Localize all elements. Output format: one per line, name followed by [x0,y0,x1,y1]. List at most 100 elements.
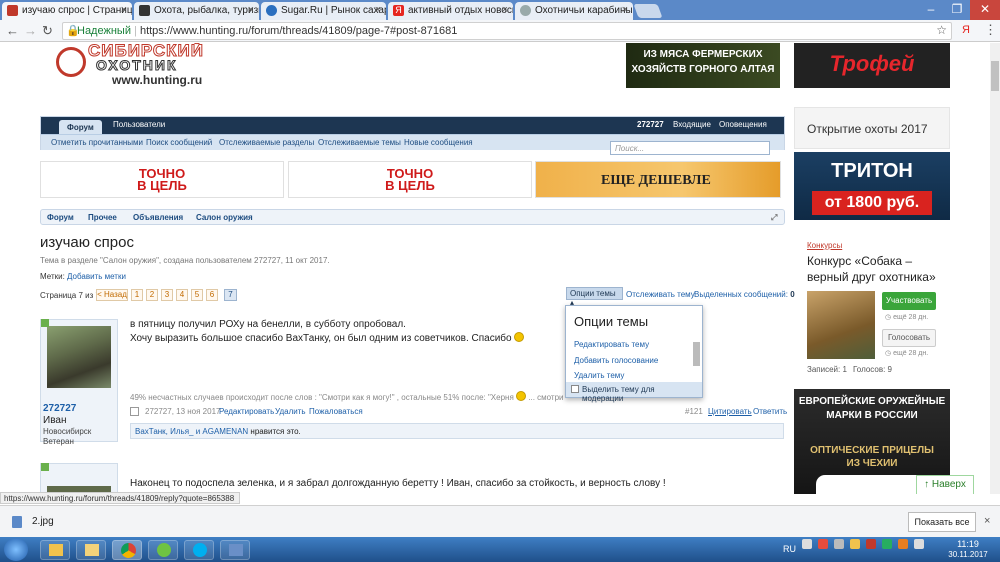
menu-scrollbar[interactable] [693,342,700,366]
close-icon[interactable]: × [622,4,628,16]
ad-banner-1[interactable]: ТОЧНО В ЦЕЛЬ [40,161,284,198]
sub-link-search[interactable]: Поиск сообщений [146,138,212,147]
moderate-checkbox[interactable] [571,385,579,393]
tab-5[interactable]: Охотничьи карабины В × [515,2,633,20]
star-icon[interactable]: ☆ [936,22,947,38]
page-button[interactable]: 2 [146,289,158,301]
farm-meat-banner[interactable]: ИЗ МЯСА ФЕРМЕРСКИХ ХОЗЯЙСТВ ГОРНОГО АЛТА… [626,43,780,88]
back-arrow-icon[interactable]: ← [6,23,19,38]
clock-time[interactable]: 11:19 [950,539,986,549]
search-input[interactable]: Поиск... [610,141,770,155]
reload-icon[interactable]: ↻ [42,23,53,39]
user-link-alerts[interactable]: Оповещения [719,120,767,129]
selected-posts[interactable]: Выделенных сообщений: 0 [694,290,795,299]
close-icon[interactable]: × [502,4,508,16]
hunting-opening-block[interactable]: Открытие охоты 2017 [794,107,950,149]
menu-dots-icon[interactable]: ⋮ [984,22,997,38]
select-post-checkbox[interactable] [130,407,139,416]
breadcrumb-item[interactable]: Форум [47,213,74,222]
tray-icon[interactable] [802,539,812,549]
post-meta[interactable]: 272727, 13 ноя 2017 [145,407,220,416]
quote-link[interactable]: Цитировать [708,407,752,416]
tab-3[interactable]: Sugar.Ru | Рынок сахара × [261,2,386,20]
contests-link[interactable]: Конкурсы [807,241,842,250]
page-button[interactable]: 3 [161,289,173,301]
sub-link-watched-threads[interactable]: Отслеживаемые темы [318,138,401,147]
participate-button[interactable]: Участвовать [882,292,936,310]
scroll-thumb[interactable] [991,61,999,91]
site-logo[interactable]: СИБИРСКИЙ ОХОТНИК www.hunting.ru [56,43,226,88]
tray-icon[interactable] [818,539,828,549]
forward-arrow-icon[interactable]: → [24,23,37,38]
post-number[interactable]: #121 [685,407,703,416]
avatar[interactable] [47,326,111,388]
maximize-icon[interactable]: ❐ [944,0,970,20]
breadcrumb-item[interactable]: Салон оружия [196,213,253,222]
watch-thread-link[interactable]: Отслеживать тему [626,290,695,299]
post-username[interactable]: 272727 [43,403,76,414]
ad-banner-2[interactable]: ТОЧНО В ЦЕЛЬ [288,161,532,198]
close-icon[interactable]: × [375,4,381,16]
url-input[interactable]: 🔒 Надежный | https://www.hunting.ru/foru… [62,22,952,40]
delete-post-link[interactable]: Удалить [275,407,306,416]
report-post-link[interactable]: Пожаловаться [309,407,363,416]
tab-forum[interactable]: Форум [59,120,102,134]
tray-icon[interactable] [850,539,860,549]
breadcrumb-item[interactable]: Прочее [88,213,117,222]
page-button[interactable]: 1 [131,289,143,301]
explorer-taskbar-icon[interactable] [40,540,70,560]
tray-icon[interactable] [882,539,892,549]
contest-title[interactable]: Конкурс «Собака – верный друг охотника» [807,253,947,285]
likers-list[interactable]: ВахТанк, Илья_ и AGAMENAN [135,427,248,436]
chrome-taskbar-icon[interactable] [112,540,142,560]
menu-item-edit-thread[interactable]: Редактировать тему [574,340,649,349]
folder-taskbar-icon[interactable] [76,540,106,560]
back-to-top-button[interactable]: ↑ Наверх [916,475,974,494]
contest-image[interactable] [807,291,875,359]
page-button[interactable]: 5 [191,289,203,301]
close-icon[interactable]: × [984,515,990,527]
triton-banner[interactable]: ТРИТОН от 1800 руб. [794,152,950,220]
menu-item-moderate[interactable]: Выделить тему для модерации [566,382,702,403]
vote-button[interactable]: Голосовать [882,329,936,347]
yandex-extension-icon[interactable]: Я [962,24,970,36]
close-window-icon[interactable]: ✕ [970,0,1000,20]
language-indicator[interactable]: RU [783,544,796,554]
current-page-button[interactable]: 7 [224,289,237,301]
sub-link-new-posts[interactable]: Новые сообщения [404,138,473,147]
network-icon[interactable] [914,539,924,549]
menu-item-delete-thread[interactable]: Удалить тему [574,371,624,380]
minimize-icon[interactable]: – [918,0,944,20]
page-button[interactable]: 6 [206,289,218,301]
skype-taskbar-icon[interactable] [184,540,214,560]
download-filename[interactable]: 2.jpg [32,516,54,527]
user-link-account[interactable]: 272727 [637,120,664,129]
tab-users[interactable]: Пользователи [113,120,165,129]
tray-icon[interactable] [898,539,908,549]
close-icon[interactable]: × [121,4,127,16]
page-scrollbar[interactable] [990,43,1000,494]
jump-icon[interactable]: ⤢ [771,213,777,223]
close-icon[interactable]: × [248,4,254,16]
thread-options-button[interactable]: Опции темы ▴ [566,287,623,307]
prev-page-button[interactable]: < Назад [96,289,128,301]
tab-2[interactable]: Охота, рыбалка, туризм × [134,2,259,20]
clock-date[interactable]: 30.11.2017 [944,550,992,559]
edit-post-link[interactable]: Редактировать [219,407,274,416]
breadcrumb-item[interactable]: Объявления [133,213,183,222]
page-button[interactable]: 4 [176,289,188,301]
ad-banner-3[interactable]: ЕЩЕ ДЕШЕВЛЕ [535,161,781,198]
tab-1[interactable]: изучаю спрос | Страница × [2,2,132,20]
reply-link[interactable]: Ответить [753,407,787,416]
sub-link-watched-forums[interactable]: Отслеживаемые разделы [219,138,314,147]
icq-taskbar-icon[interactable] [148,540,178,560]
new-tab-button[interactable] [633,4,663,18]
sub-link-mark-read[interactable]: Отметить прочитанными [51,138,143,147]
add-tags-link[interactable]: Добавить метки [67,272,126,281]
trophy-banner[interactable]: Трофей [794,43,950,88]
menu-item-add-poll[interactable]: Добавить голосование [574,356,658,365]
start-button-icon[interactable] [4,538,28,561]
network-app-taskbar-icon[interactable] [220,540,250,560]
show-all-downloads-button[interactable]: Показать все [908,512,976,532]
tray-icon[interactable] [834,539,844,549]
